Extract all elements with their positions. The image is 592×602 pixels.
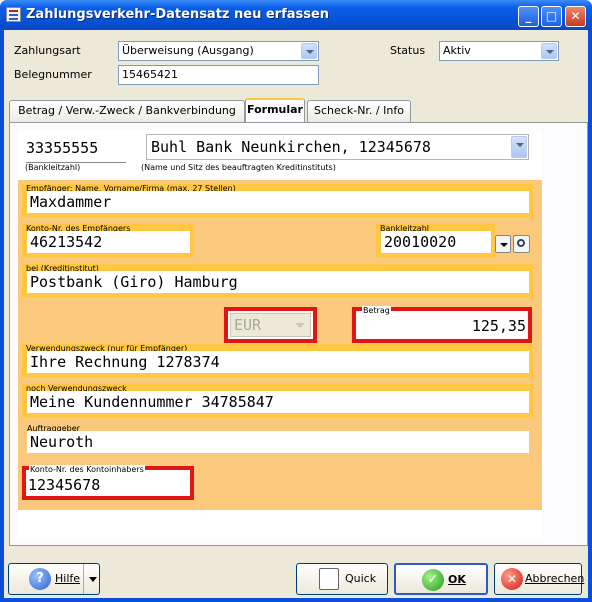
zahlungsart-value: Überweisung (Ausgang) [122, 44, 254, 57]
window-title: Zahlungsverkehr-Datensatz neu erfassen [26, 7, 330, 22]
chevron-down-icon[interactable] [511, 136, 527, 158]
zahlungsart-label: Zahlungsart [14, 44, 81, 57]
blz-top-value: 33355555 [26, 137, 126, 163]
konto-inhaber-input[interactable]: 12345678 [28, 474, 188, 496]
close-icon: ✕ [501, 568, 523, 590]
bank-search-button[interactable] [513, 235, 530, 253]
betrag-input[interactable]: 125,35 [358, 315, 526, 337]
status-value: Aktiv [443, 44, 471, 57]
title-bar: Zahlungsverkehr-Datensatz neu erfassen _… [0, 0, 592, 30]
chevron-down-icon [500, 243, 508, 247]
kreditinstitut-input[interactable]: Postbank (Giro) Hamburg [27, 271, 529, 293]
status-label: Status [390, 44, 426, 57]
close-button[interactable]: ✕ [565, 6, 586, 27]
currency-box: EUR [224, 307, 317, 343]
auftraggeber-field: Auftraggeber Neuroth [22, 424, 533, 457]
app-icon [6, 7, 21, 22]
help-label: Hilfe [55, 572, 81, 585]
bankleitzahl-dropdown[interactable] [495, 235, 511, 253]
dialog-window: Zahlungsverkehr-Datensatz neu erfassen _… [0, 0, 592, 602]
chevron-down-icon[interactable] [301, 43, 317, 59]
noch-verwendungszweck-input[interactable]: Meine Kundennummer 34785847 [27, 391, 529, 413]
search-icon [517, 239, 525, 247]
bank-caption: (Name und Sitz des beauftragten Kreditin… [141, 163, 336, 172]
empfaenger-input[interactable]: Maxdammer [27, 191, 529, 213]
chevron-down-icon[interactable] [541, 43, 557, 59]
print-icon [319, 568, 339, 590]
auftraggeber-input[interactable]: Neuroth [27, 431, 529, 453]
bankleitzahl-field: Bankleitzahl 20010020 [376, 224, 495, 257]
help-icon: ? [29, 568, 51, 590]
help-button[interactable]: ? Hilfe [8, 563, 100, 595]
tab-betrag[interactable]: Betrag / Verw.-Zweck / Bankverbindung [9, 100, 245, 122]
check-icon: ✓ [422, 569, 444, 591]
bank-select[interactable]: Buhl Bank Neunkirchen, 12345678 [146, 134, 529, 160]
tab-formular[interactable]: Formular [245, 98, 305, 122]
betrag-box: Betrag 125,35 [352, 306, 532, 343]
maximize-button[interactable]: □ [541, 6, 562, 27]
status-select[interactable]: Aktiv [439, 41, 559, 61]
quick-button[interactable]: Quick [296, 563, 388, 595]
empfaenger-field: Empfänger: Name, Vorname/Firma (max. 27 … [22, 184, 533, 217]
zahlungsart-select[interactable]: Überweisung (Ausgang) [118, 41, 319, 61]
betrag-label: Betrag [362, 306, 391, 315]
konto-inhaber-label: Konto-Nr. des Kontoinhabers [29, 465, 145, 474]
tab-scheck[interactable]: Scheck-Nr. / Info [307, 100, 411, 122]
minimize-button[interactable]: _ [518, 6, 539, 27]
bankleitzahl-input[interactable]: 20010020 [381, 231, 491, 253]
chevron-down-icon[interactable] [89, 577, 97, 582]
belegnummer-label: Belegnummer [14, 68, 92, 81]
quick-label: Quick [345, 572, 377, 585]
transfer-form: 33355555 (Bankleitzahl) Buhl Bank Neunki… [18, 130, 542, 540]
konto-empfaenger-input[interactable]: 46213542 [27, 231, 190, 253]
konto-empfaenger-field: Konto-Nr. des Empfängers 46213542 [22, 224, 194, 257]
konto-inhaber-box: Konto-Nr. des Kontoinhabers 12345678 [22, 465, 194, 500]
form-orange-area: Empfänger: Name, Vorname/Firma (max. 27 … [18, 180, 542, 510]
noch-verwendungszweck-field: noch Verwendungszweck Meine Kundennummer… [22, 384, 533, 417]
cancel-label: Abbrechen [525, 572, 585, 585]
belegnummer-input[interactable]: 15465421 [118, 65, 319, 85]
dialog-client: Zahlungsart Überweisung (Ausgang) Status… [4, 30, 588, 598]
verwendungszweck-input[interactable]: Ihre Rechnung 1278374 [27, 351, 529, 373]
blz-top-caption: (Bankleitzahl) [25, 163, 81, 172]
kreditinstitut-field: bei (Kreditinstitut) Postbank (Giro) Ham… [22, 264, 533, 297]
verwendungszweck-field: Verwendungszweck (nur für Empfänger) Ihr… [22, 344, 533, 377]
cancel-button[interactable]: ✕ Abbrechen [494, 563, 585, 595]
currency-value: EUR [234, 316, 262, 334]
ok-button[interactable]: ✓ OK [394, 563, 488, 595]
ok-label: OK [448, 573, 466, 586]
currency-select[interactable]: EUR [230, 313, 311, 337]
chevron-down-icon [295, 323, 305, 328]
split-divider [83, 564, 84, 594]
bank-name-value: Buhl Bank Neunkirchen, 12345678 [151, 138, 431, 156]
